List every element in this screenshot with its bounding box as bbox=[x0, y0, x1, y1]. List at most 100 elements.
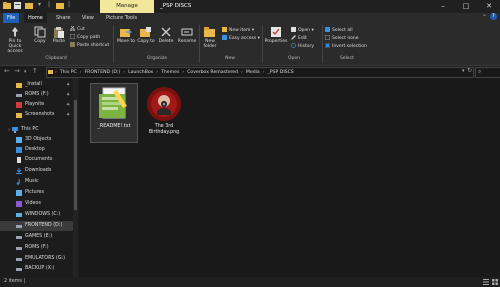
nav-item-windows-c[interactable]: WINDOWS (C:) bbox=[0, 210, 78, 220]
maximize-button[interactable]: □ bbox=[455, 0, 477, 13]
breadcrumb-media[interactable]: Media bbox=[246, 70, 260, 75]
help-icon[interactable]: ? bbox=[490, 13, 497, 20]
nav-item-emulators-g[interactable]: EMULATORS (G:) bbox=[0, 254, 78, 264]
recent-locations-chevron-icon[interactable]: ▾ bbox=[24, 69, 27, 75]
nav-item-label: EMULATORS (G:) bbox=[25, 256, 66, 261]
cut-button[interactable]: Cut bbox=[69, 25, 85, 33]
rename-button[interactable]: Rename bbox=[177, 26, 197, 44]
new-folder-quick-icon[interactable] bbox=[25, 2, 33, 11]
ribbon-separator bbox=[113, 25, 114, 63]
paste-button[interactable]: Paste bbox=[51, 26, 67, 44]
nav-item-label: BACKUP (X:) bbox=[25, 266, 55, 271]
close-button[interactable]: ✕ bbox=[478, 0, 500, 13]
nav-item-downloads[interactable]: Downloads bbox=[0, 166, 78, 176]
nav-item-label: FRONTEND (D:) bbox=[25, 223, 63, 228]
copy-to-button[interactable]: Copy to bbox=[137, 26, 155, 44]
tab-home[interactable]: Home bbox=[24, 13, 47, 23]
new-item-button[interactable]: New item ▾ bbox=[222, 27, 254, 34]
pin-icon[interactable]: ✦ bbox=[66, 80, 70, 90]
breadcrumb-coverbox[interactable]: Coverbox Remastered bbox=[187, 70, 238, 75]
minimize-button[interactable]: – bbox=[432, 0, 454, 13]
drive-icon bbox=[16, 223, 22, 229]
address-dropdown-icon[interactable]: ▾ bbox=[462, 68, 465, 74]
select-all-button[interactable]: Select all bbox=[325, 27, 353, 34]
easy-access-icon bbox=[222, 35, 227, 40]
copy-button[interactable]: Copy bbox=[32, 26, 48, 44]
nav-scrollbar-thumb[interactable] bbox=[74, 100, 77, 210]
breadcrumb-this-pc[interactable]: This PC bbox=[60, 70, 77, 75]
breadcrumb-chevron-icon: › bbox=[182, 70, 185, 75]
nav-item-roms-f[interactable]: ROMS (F:) bbox=[0, 243, 78, 253]
paste-shortcut-button[interactable]: Paste shortcut bbox=[70, 42, 109, 49]
item-count: 2 items | bbox=[4, 279, 26, 284]
nav-item-games-e[interactable]: GAMES (E:) bbox=[0, 232, 78, 242]
nav-item-pictures[interactable]: Pictures bbox=[0, 188, 78, 198]
open-group-label: Open bbox=[287, 56, 301, 61]
move-to-button[interactable]: Move to bbox=[117, 26, 135, 44]
copy-icon bbox=[34, 26, 46, 38]
pin-icon[interactable]: ✦ bbox=[66, 90, 70, 100]
nav-item-this-pc[interactable]: › This PC bbox=[0, 125, 78, 135]
drive-icon bbox=[16, 92, 22, 98]
refresh-icon[interactable]: ↻ bbox=[467, 67, 472, 74]
properties-quick-icon[interactable] bbox=[14, 2, 21, 11]
nav-item-desktop[interactable]: Desktop bbox=[0, 145, 78, 155]
quick-access-folder-icon[interactable] bbox=[3, 2, 11, 11]
breadcrumb-chevron-icon: › bbox=[79, 70, 82, 75]
back-arrow-icon[interactable]: ← bbox=[4, 67, 10, 75]
breadcrumb-chevron-icon: › bbox=[55, 70, 57, 75]
open-button[interactable]: Open ▾ bbox=[291, 27, 314, 34]
breadcrumb-launchbox[interactable]: LaunchBox bbox=[128, 70, 153, 75]
tab-picture-tools[interactable]: Picture Tools bbox=[102, 13, 141, 23]
manage-contextual-tab[interactable]: Manage bbox=[100, 0, 154, 13]
forward-arrow-icon[interactable]: → bbox=[14, 67, 20, 75]
breadcrumb-frontend[interactable]: FRONTEND (D:) bbox=[85, 70, 121, 75]
new-folder-label: New folder bbox=[203, 39, 217, 49]
tab-view[interactable]: View bbox=[78, 13, 98, 23]
expand-chevron-icon[interactable]: › bbox=[8, 125, 10, 135]
nav-item-music[interactable]: Music bbox=[0, 177, 78, 187]
nav-item-label: WINDOWS (C:) bbox=[25, 212, 61, 217]
copy-path-button[interactable]: Copy path bbox=[69, 33, 100, 41]
move-to-icon bbox=[120, 26, 133, 38]
invert-selection-button[interactable]: Invert selection bbox=[324, 42, 367, 50]
music-icon bbox=[16, 179, 22, 185]
edit-label: Edit bbox=[298, 36, 307, 41]
history-button[interactable]: History bbox=[291, 43, 314, 50]
tab-share[interactable]: Share bbox=[52, 13, 74, 23]
select-none-button[interactable]: Select none bbox=[324, 34, 359, 42]
nav-item-install[interactable]: _Install ✦ bbox=[0, 80, 78, 90]
new-folder-button[interactable]: New folder bbox=[201, 26, 219, 49]
pin-icon[interactable]: ✦ bbox=[66, 100, 70, 110]
up-arrow-icon[interactable]: ↑ bbox=[32, 67, 38, 75]
pin-icon[interactable]: ✦ bbox=[66, 110, 70, 120]
nav-item-screenshots[interactable]: Screenshots ✦ bbox=[0, 110, 78, 120]
computer-icon bbox=[12, 127, 18, 133]
properties-button[interactable]: Properties bbox=[264, 26, 288, 44]
nav-item-frontend-d[interactable]: FRONTEND (D:) bbox=[0, 221, 78, 231]
nav-item-label: Pictures bbox=[25, 190, 44, 195]
qa-customize-icon[interactable]: ▾ bbox=[38, 1, 41, 8]
nav-item-playnite[interactable]: Playnite ✦ bbox=[0, 100, 78, 110]
file-item-readme[interactable]: _README!.txt bbox=[90, 83, 138, 143]
breadcrumb-psp-discs[interactable]: _PSP DISCS bbox=[268, 70, 294, 75]
easy-access-button[interactable]: Easy access ▾ bbox=[222, 35, 260, 42]
file-item-the-3rd-birthday[interactable]: The 3rd Birthday.png bbox=[140, 83, 188, 143]
breadcrumb-themes[interactable]: Themes bbox=[161, 70, 179, 75]
ribbon-collapse-icon[interactable]: ⌃ bbox=[482, 14, 487, 21]
breadcrumb-chevron-icon: › bbox=[262, 70, 265, 75]
details-view-icon[interactable] bbox=[483, 279, 489, 287]
nav-item-backup-x[interactable]: BACKUP (X:) bbox=[0, 264, 78, 274]
tab-file[interactable]: File bbox=[3, 13, 20, 23]
nav-item-videos[interactable]: Videos bbox=[0, 199, 78, 209]
edit-icon bbox=[291, 35, 296, 40]
nav-item-documents[interactable]: Documents bbox=[0, 155, 78, 165]
file-name-the-3rd-birthday: The 3rd Birthday.png bbox=[148, 124, 180, 135]
edit-button[interactable]: Edit bbox=[291, 35, 307, 42]
nav-item-3d-objects[interactable]: 3D Objects bbox=[0, 135, 78, 145]
nav-item-roms-f-pinned[interactable]: ROMS (F:) ✦ bbox=[0, 90, 78, 100]
pin-quick-access-button[interactable]: Pin to Quick access bbox=[2, 26, 28, 54]
nav-item-label: 3D Objects bbox=[25, 137, 52, 142]
large-icons-view-icon[interactable] bbox=[492, 279, 498, 287]
delete-button[interactable]: Delete bbox=[157, 26, 175, 44]
